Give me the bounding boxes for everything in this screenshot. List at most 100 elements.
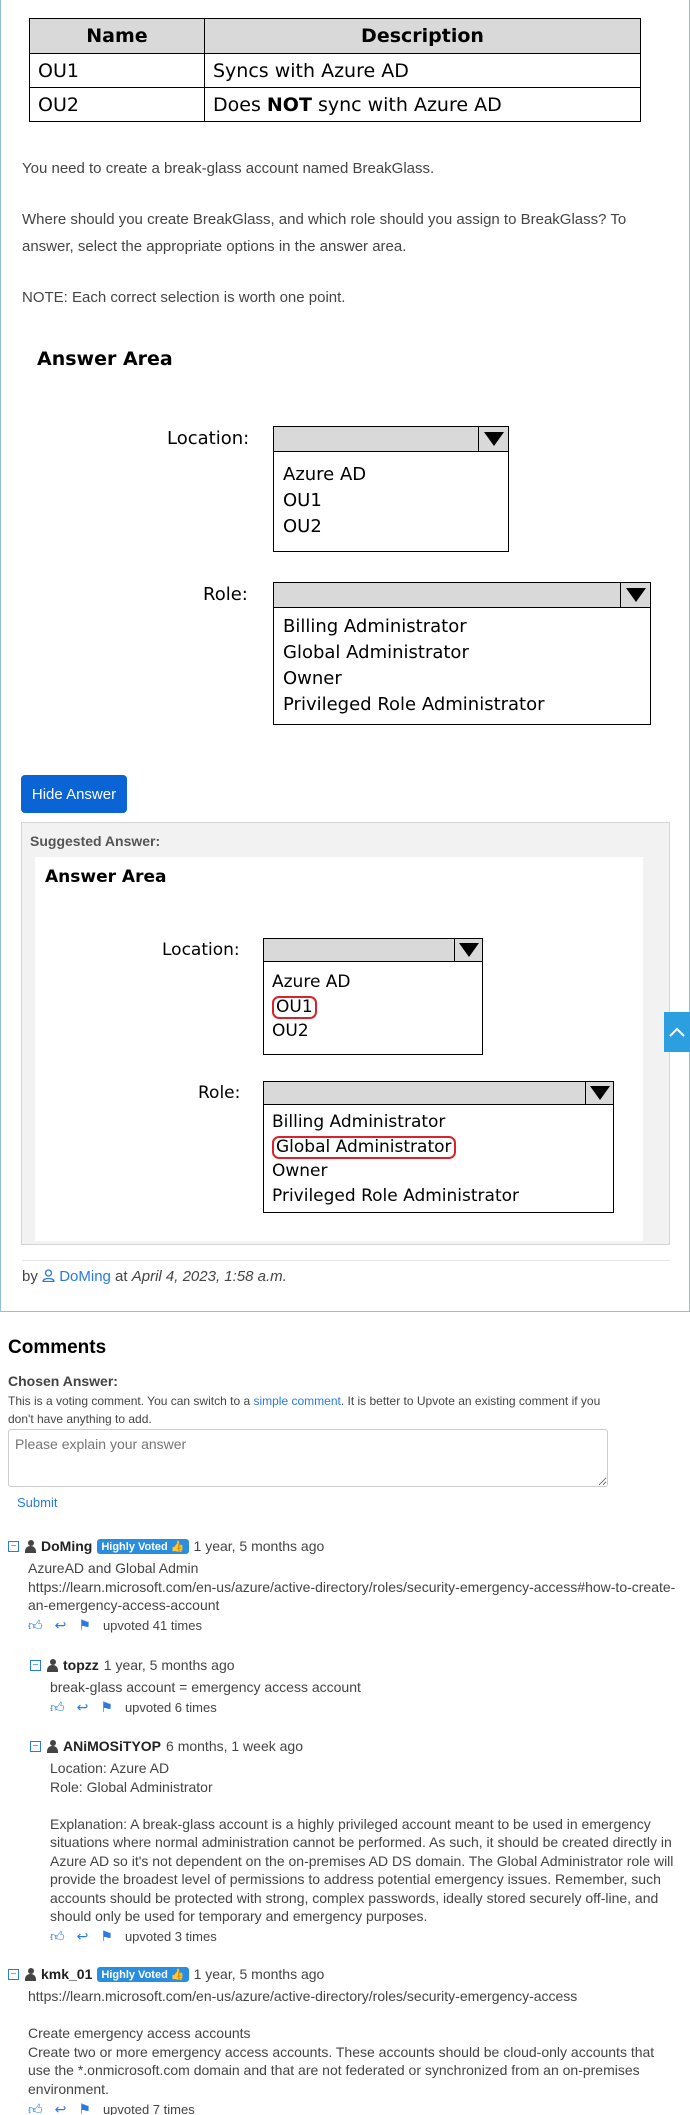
user-icon (42, 1268, 59, 1285)
chosen-answer-label: Chosen Answer: (8, 1373, 118, 1389)
location-options: Azure AD OU1 OU2 (263, 961, 483, 1055)
hide-answer-button[interactable]: Hide Answer (21, 775, 127, 813)
chevron-up-icon (669, 1027, 685, 1037)
location-option-selected: OU1 (272, 995, 482, 1020)
highly-voted-badge: Highly Voted 👍 (97, 1966, 189, 1982)
role-option[interactable]: Privileged Role Administrator (283, 692, 650, 718)
role-option: Privileged Role Administrator (272, 1185, 519, 1206)
chevron-down-icon (454, 939, 482, 961)
user-icon (47, 1739, 58, 1753)
byline: by DoMing at April 4, 2023, 1:58 a.m. (22, 1268, 287, 1285)
reply-icon[interactable]: ↩ (55, 1617, 67, 1634)
flag-icon[interactable]: ⚑ (78, 2101, 91, 2115)
comment-body: https://learn.microsoft.com/en-us/azure/… (28, 1988, 655, 2097)
selection-highlight: OU1 (272, 995, 317, 1019)
location-dropdown (263, 938, 483, 962)
comment-body: break-glass account = emergency access a… (50, 1679, 361, 1695)
suggested-answer-panel: Suggested Answer: Answer Area Location: … (21, 822, 670, 1245)
collapse-toggle[interactable]: − (30, 1740, 41, 1752)
role-option[interactable]: Owner (283, 666, 650, 692)
highly-voted-badge: Highly Voted 👍 (97, 1538, 189, 1554)
upvote-count: upvoted 41 times (102, 1618, 202, 1633)
table-cell-description: Syncs with Azure AD (204, 53, 641, 88)
collapse-toggle[interactable]: − (8, 1968, 19, 1980)
submit-button[interactable]: Submit (17, 1495, 57, 1510)
chevron-down-icon (478, 427, 508, 451)
answer-area-title: Answer Area (45, 867, 167, 887)
location-option[interactable]: OU1 (283, 488, 508, 514)
simple-comment-link[interactable]: simple comment (253, 1394, 340, 1408)
byline-at: at (115, 1268, 128, 1285)
upvote-count: upvoted 7 times (102, 2101, 195, 2115)
author-link[interactable]: DoMing (59, 1268, 111, 1285)
location-option[interactable]: Azure AD (283, 462, 508, 488)
role-label: Role: (198, 1083, 241, 1103)
comment-time: 1 year, 5 months ago (103, 1657, 235, 1673)
comment-time: 1 year, 5 months ago (193, 1538, 325, 1554)
role-option-selected: Global Administrator (272, 1135, 613, 1160)
ou-table: Name Description OU1 Syncs with Azure AD… (29, 18, 641, 122)
scroll-to-top-button[interactable] (664, 1012, 690, 1052)
reply-icon[interactable]: ↩ (77, 1699, 89, 1716)
table-cell-description: Does NOT sync with Azure AD (204, 87, 641, 122)
answer-area-title: Answer Area (37, 348, 173, 370)
table-cell-name: OU2 (29, 87, 205, 122)
question-note: NOTE: Each correct selection is worth on… (22, 289, 346, 306)
chevron-down-icon (585, 1082, 613, 1104)
location-label: Location: (162, 940, 240, 960)
role-options: Billing Administrator Global Administrat… (273, 607, 651, 725)
location-option[interactable]: OU2 (283, 514, 508, 540)
collapse-toggle[interactable]: − (8, 1540, 19, 1552)
user-icon (25, 1539, 36, 1553)
flag-icon[interactable]: ⚑ (100, 1928, 113, 1945)
comments-title: Comments (8, 1337, 107, 1358)
location-dropdown[interactable] (273, 426, 509, 452)
upvote-count: upvoted 6 times (124, 1700, 217, 1715)
role-option[interactable]: Billing Administrator (283, 614, 650, 640)
comment-author[interactable]: DoMing (41, 1538, 92, 1554)
location-options: Azure AD OU1 OU2 (273, 451, 509, 552)
comment-author[interactable]: topzz (63, 1657, 99, 1673)
comment-reply: − topzz 1 year, 5 months ago break-glass… (30, 1655, 680, 1717)
role-options: Billing Administrator Global Administrat… (263, 1104, 614, 1213)
location-option: Azure AD (272, 972, 351, 992)
comment-body: Location: Azure AD Role: Global Administ… (50, 1760, 674, 1924)
divider (22, 1260, 670, 1261)
table-row: OU2 Does NOT sync with Azure AD (29, 87, 641, 122)
reply-icon[interactable]: ↩ (55, 2101, 67, 2115)
comment-input[interactable] (8, 1429, 608, 1487)
reply-icon[interactable]: ↩ (77, 1928, 89, 1945)
question-text-2: Where should you create BreakGlass, and … (22, 211, 627, 255)
selection-highlight: Global Administrator (272, 1135, 456, 1159)
comment: − DoMing Highly Voted 👍 1 year, 5 months… (8, 1536, 680, 1635)
location-option: OU2 (272, 1021, 309, 1041)
comment-author[interactable]: ANiMOSiTYOP (63, 1738, 161, 1754)
flag-icon[interactable]: ⚑ (100, 1699, 113, 1716)
upvote-count: upvoted 3 times (124, 1929, 217, 1944)
question-card: Name Description OU1 Syncs with Azure AD… (0, 0, 690, 1312)
collapse-toggle[interactable]: − (30, 1659, 41, 1671)
flag-icon[interactable]: ⚑ (78, 1617, 91, 1634)
upvote-icon[interactable]: 👍︎ (50, 1928, 65, 1945)
role-option[interactable]: Global Administrator (283, 640, 650, 666)
comment-time: 1 year, 5 months ago (193, 1966, 325, 1982)
thumbs-up-icon: 👍 (170, 1968, 185, 1981)
user-icon (25, 1967, 36, 1981)
table-row: OU1 Syncs with Azure AD (29, 53, 641, 88)
table-header-name: Name (29, 18, 205, 54)
comment-time: 6 months, 1 week ago (166, 1738, 303, 1754)
comment-author[interactable]: kmk_01 (41, 1966, 92, 1982)
role-option: Billing Administrator (272, 1112, 446, 1132)
chevron-down-icon (620, 583, 650, 607)
role-label: Role: (203, 584, 248, 605)
upvote-icon[interactable]: 👍︎ (28, 2101, 43, 2115)
upvote-icon[interactable]: 👍︎ (28, 1617, 43, 1634)
voting-hint: This is a voting comment. You can switch… (8, 1394, 601, 1426)
comment-reply: − ANiMOSiTYOP 6 months, 1 week ago Locat… (30, 1736, 680, 1946)
role-dropdown[interactable] (273, 582, 651, 608)
comment: − kmk_01 Highly Voted 👍 1 year, 5 months… (8, 1964, 680, 2115)
table-header-description: Description (204, 18, 641, 54)
upvote-icon[interactable]: 👍︎ (50, 1699, 65, 1716)
role-dropdown (263, 1081, 614, 1105)
suggested-answer-image: Answer Area Location: Azure AD OU1 OU2 R… (35, 857, 643, 1241)
